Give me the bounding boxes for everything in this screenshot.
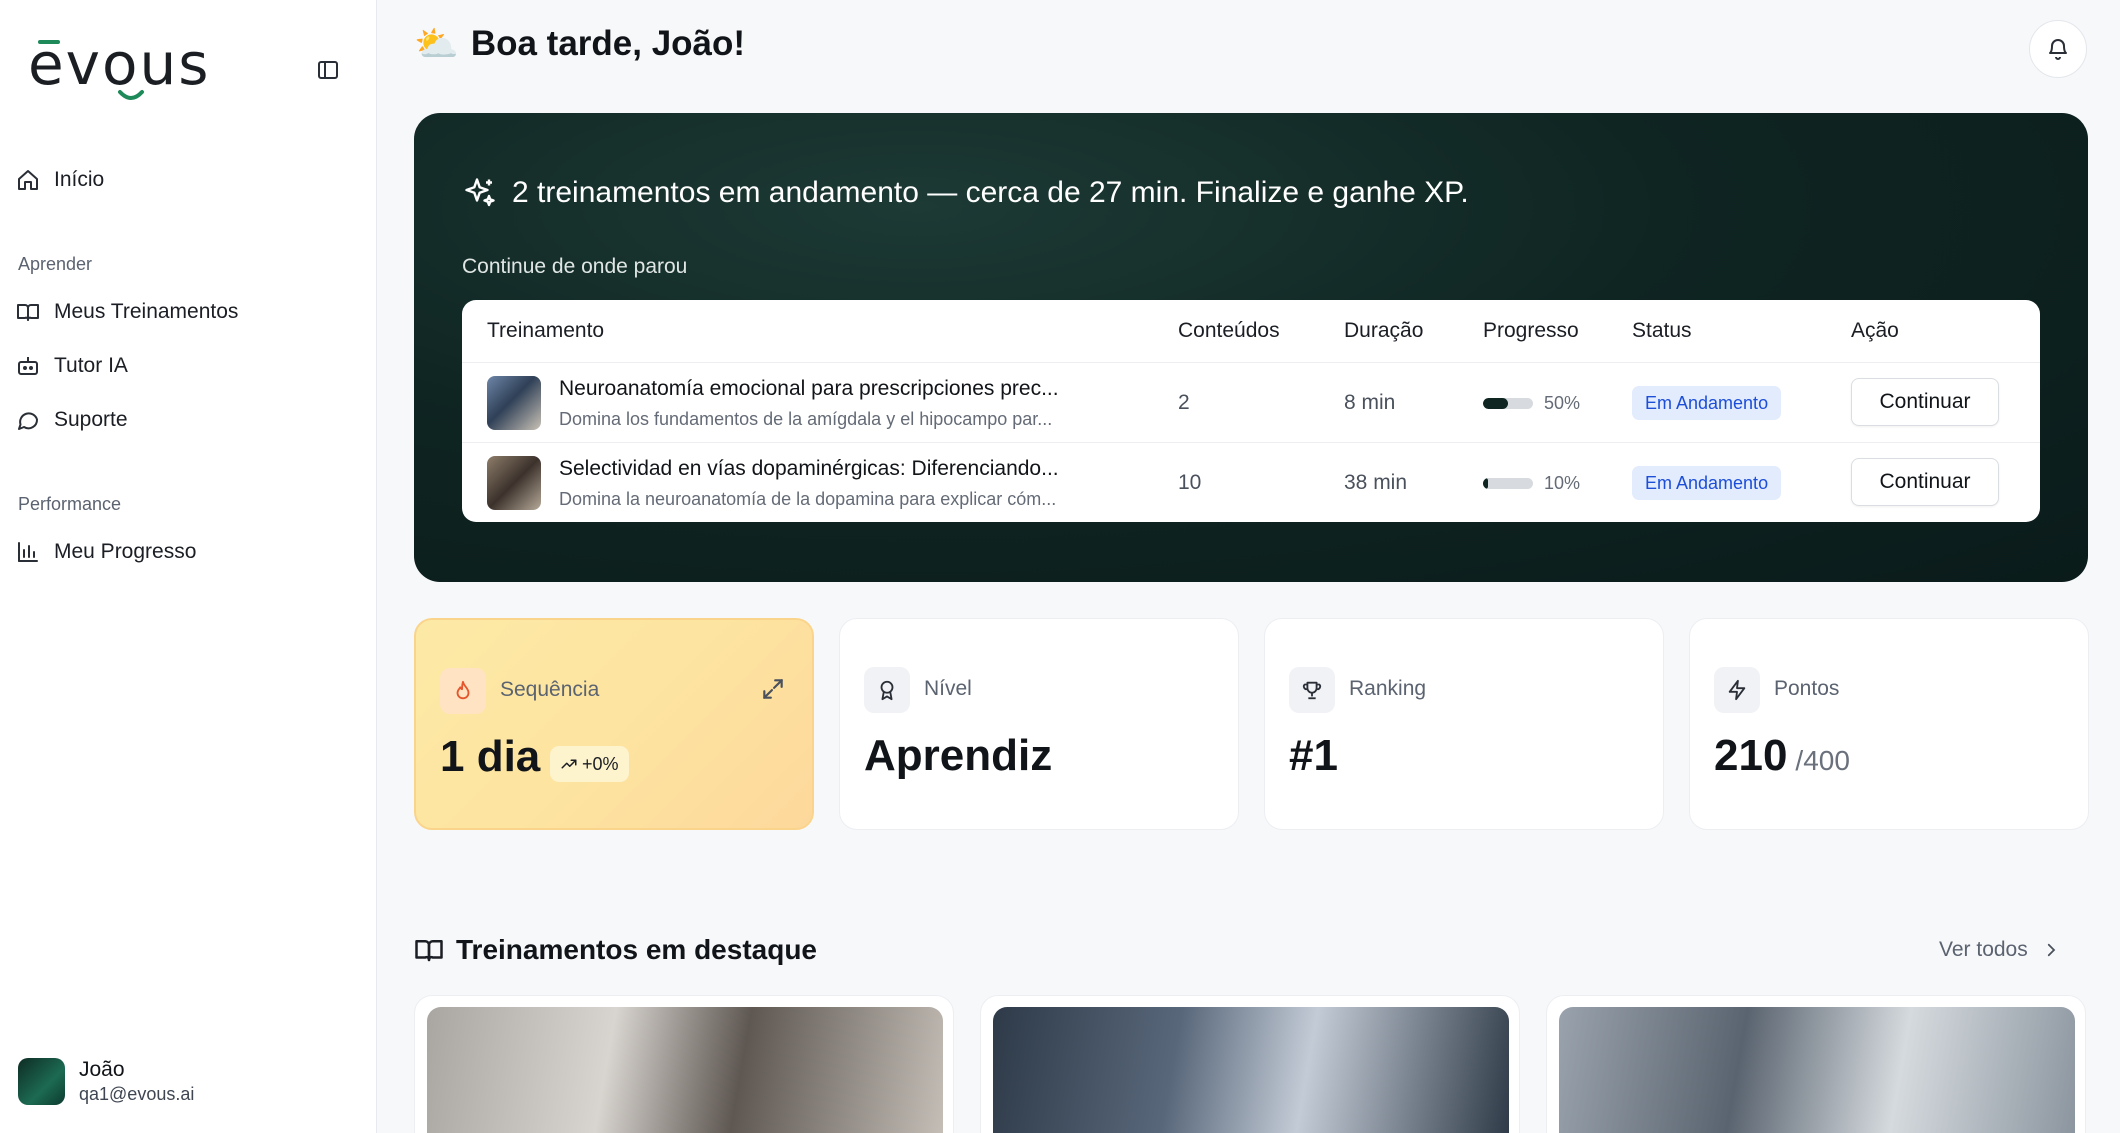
sidebar-item-label: Tutor IA [54,354,128,377]
in-progress-banner: 2 treinamentos em andamento — cerca de 2… [414,113,2088,582]
training-description: Domina los fundamentos de la amígdala y … [559,409,1053,429]
notifications-button[interactable] [2029,20,2087,78]
stat-value: 210/400 [1714,731,1850,781]
stat-value: #1 [1289,731,1338,780]
duration: 38 min [1344,471,1408,494]
featured-training-card[interactable] [980,995,1520,1133]
column-header: Conteúdos [1178,319,1280,342]
user-email: qa1@evous.ai [79,1084,195,1104]
points-card[interactable]: Pontos 210/400 [1689,618,2089,830]
in-progress-table: Treinamento Conteúdos Duração Progresso … [462,300,2040,522]
training-cover-image [427,1007,943,1133]
status-badge: Em Andamento [1632,466,1782,500]
book-open-icon [415,940,443,962]
progress-bar [1483,478,1533,489]
award-icon-wrap [864,667,910,713]
flame-icon [456,680,470,700]
training-title: Neuroanatomía emocional para prescripcio… [559,377,1059,400]
sidebar-item-suporte[interactable]: Suporte [16,400,128,440]
streak-card[interactable]: Sequência 1 dia +0% [414,618,814,830]
contents-count: 2 [1178,391,1190,414]
book-open-icon [17,304,39,321]
trophy-icon-wrap [1289,667,1335,713]
sidebar-toggle-button[interactable] [312,54,344,86]
trend-badge: +0% [550,746,629,782]
bell-icon [2049,39,2067,60]
award-icon [880,680,894,701]
column-header: Duração [1344,319,1424,342]
banner-subtitle: Continue de onde parou [462,255,688,278]
see-all-link[interactable]: Ver todos [1939,938,2060,962]
user-profile[interactable]: João qa1@evous.ai [18,1058,194,1105]
points-value: 210 [1714,731,1788,780]
duration: 8 min [1344,391,1396,414]
trophy-icon [1302,681,1322,700]
training-thumbnail [487,456,541,510]
continue-button[interactable]: Continuar [1851,458,1999,506]
training-description: Domina la neuroanatomía de la dopamina p… [559,489,1057,509]
evous-logo[interactable]: evous [28,34,234,104]
nav-section-performance: Performance [18,494,122,514]
training-thumbnail [487,376,541,430]
sidebar-item-tutor-ia[interactable]: Tutor IA [16,346,128,386]
zap-icon [1728,679,1746,701]
status-badge: Em Andamento [1632,386,1782,420]
stat-label: Nível [924,677,972,700]
user-name: João [79,1058,125,1081]
page-title: Boa tarde, João! [470,24,746,63]
progress-fill [1483,398,1508,409]
stat-label: Ranking [1349,677,1427,700]
panel-left-icon [318,61,338,79]
column-header: Ação [1851,319,1899,342]
training-cover-image [1559,1007,2075,1133]
stat-value: Aprendiz [864,731,1053,780]
sidebar-item-label: Meu Progresso [54,540,197,563]
avatar [18,1058,65,1105]
featured-header: Treinamentos em destaque [414,934,817,966]
stat-label: Pontos [1774,677,1840,700]
home-icon [18,170,38,190]
sidebar-item-label: Suporte [54,408,128,431]
training-cover-image [993,1007,1509,1133]
sidebar-item-label: Início [54,168,105,191]
continue-button[interactable]: Continuar [1851,378,1999,426]
progress-bar [1483,398,1533,409]
points-max: /400 [1795,745,1850,776]
trending-up-icon [561,759,577,769]
chevron-right-icon [2047,943,2056,957]
section-title: Treinamentos em destaque [456,934,818,965]
ranking-card[interactable]: Ranking #1 [1264,618,1664,830]
nav-section-aprender: Aprender [18,254,93,274]
progress-fill [1483,478,1488,489]
level-card[interactable]: Nível Aprendiz [839,618,1239,830]
stat-label: Sequência [500,678,600,701]
flame-icon-wrap [440,668,486,714]
progress-percent: 50% [1544,393,1581,413]
table-row[interactable]: Neuroanatomía emocional para prescripcio… [462,362,2040,442]
banner-title: 2 treinamentos em andamento — cerca de 2… [462,175,1469,211]
progress-percent: 10% [1544,473,1581,493]
sidebar-item-label: Meus Treinamentos [54,300,239,323]
training-title: Selectividad en vías dopaminérgicas: Dif… [559,457,1059,480]
bot-icon [18,357,38,375]
weather-icon: ⛅ [414,23,459,64]
expand-icon[interactable] [760,676,786,702]
column-header: Progresso [1483,319,1579,342]
contents-count: 10 [1178,471,1202,494]
stat-value: 1 dia [440,732,541,781]
zap-icon-wrap [1714,667,1760,713]
sidebar-item-meu-progresso[interactable]: Meu Progresso [16,532,196,572]
featured-training-card[interactable] [414,995,954,1133]
message-circle-icon [18,412,39,430]
sidebar-item-meus-treinamentos[interactable]: Meus Treinamentos [16,292,238,332]
table-row[interactable]: Selectividad en vías dopaminérgicas: Dif… [462,442,2040,522]
sparkles-icon [465,178,495,207]
column-header: Treinamento [487,319,605,342]
column-header: Status [1632,319,1692,342]
page-header: ⛅ Boa tarde, João! [414,24,745,64]
sidebar: evous Início Aprender Meus Treinamentos … [0,0,377,1133]
bar-chart-icon [18,542,38,562]
featured-training-card[interactable] [1546,995,2086,1133]
sidebar-item-inicio[interactable]: Início [16,160,104,200]
